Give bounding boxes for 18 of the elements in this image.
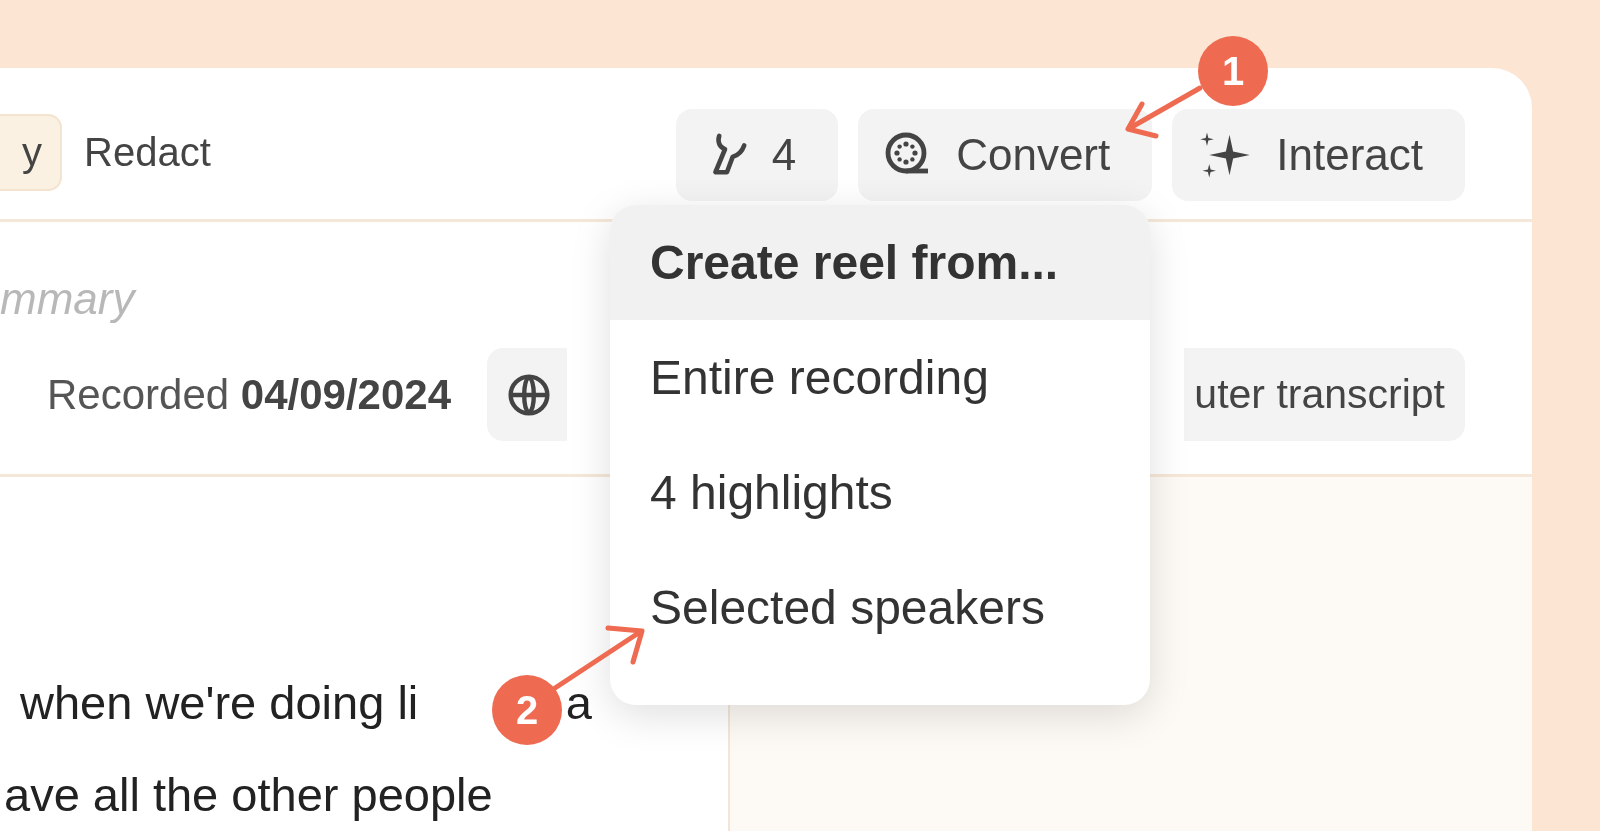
globe-icon bbox=[507, 372, 551, 417]
step-badge: 1 bbox=[1198, 36, 1268, 106]
title-field[interactable]: mmary bbox=[0, 274, 400, 324]
menu-item[interactable]: Entire recording bbox=[610, 320, 1150, 435]
tab[interactable]: y bbox=[0, 114, 62, 191]
convert-button[interactable]: Convert bbox=[858, 109, 1153, 201]
transcript-text: ave all the other people bbox=[4, 767, 493, 822]
transcript-text: a bbox=[565, 675, 592, 730]
transcript-button[interactable]: uter transcript bbox=[1184, 348, 1465, 441]
transcript-text: when we're doing li bbox=[20, 675, 419, 730]
highlights-button[interactable]: 4 bbox=[675, 109, 839, 201]
tab[interactable]: Redact bbox=[82, 114, 231, 191]
menu-header: Create reel from... bbox=[610, 205, 1150, 320]
menu-item[interactable]: Selected speakers bbox=[610, 550, 1150, 665]
recorded-date: Recorded 04/09/2024 bbox=[47, 370, 451, 419]
interact-button[interactable]: Interact bbox=[1172, 109, 1465, 201]
menu-item[interactable]: 4 highlights bbox=[610, 435, 1150, 550]
language-button[interactable] bbox=[487, 348, 567, 441]
